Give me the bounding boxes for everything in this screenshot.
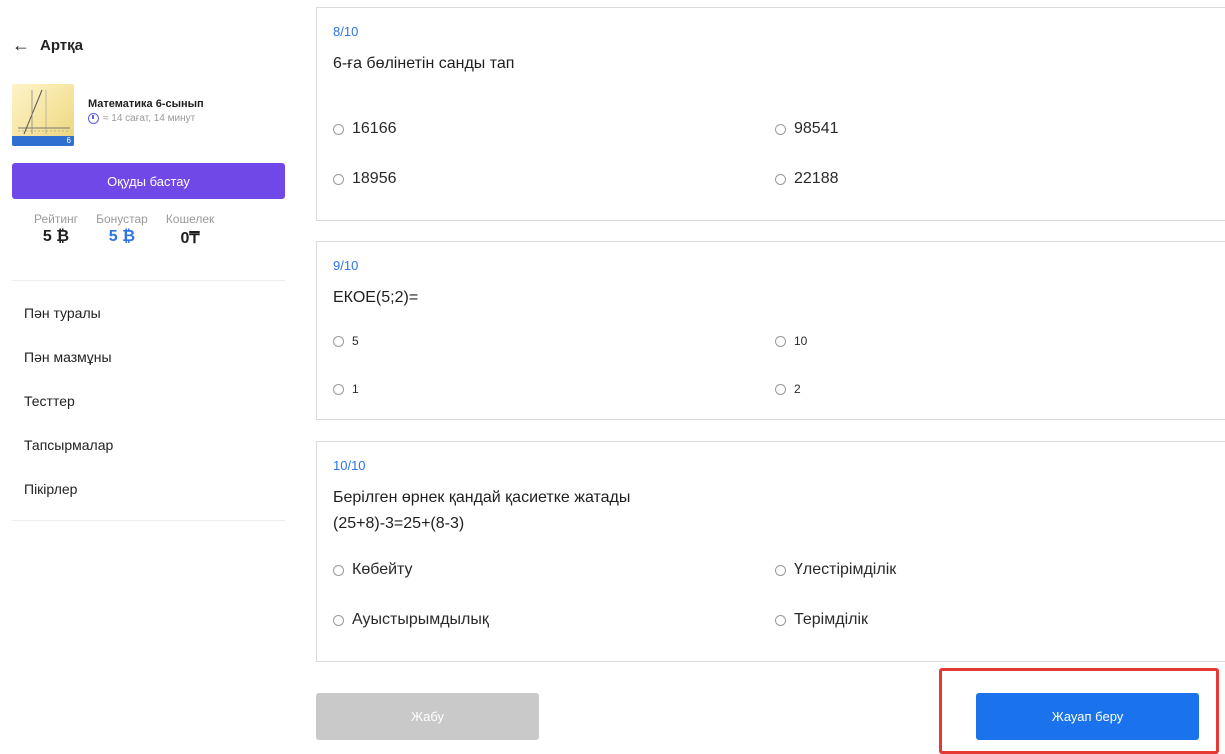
divider: [12, 280, 285, 281]
question-text: Берілген өрнек қандай қасиетке жатады: [333, 489, 631, 506]
answer-option[interactable]: 98541: [775, 120, 839, 138]
option-label: 2: [794, 382, 801, 396]
option-label: 10: [794, 334, 808, 348]
answer-option[interactable]: 5: [333, 334, 359, 348]
start-learning-button[interactable]: Оқуды бастау: [12, 163, 285, 199]
answer-option[interactable]: Терімділік: [775, 611, 868, 629]
sidebar-item-content[interactable]: Пән мазмұны: [24, 340, 113, 384]
radio-icon[interactable]: [775, 123, 786, 135]
question-text: ЕКОЕ(5;2)=: [333, 289, 419, 306]
stat-value: 0₸: [180, 230, 200, 247]
course-duration-text: ≈ 14 сағат, 14 минут: [103, 113, 196, 124]
question-card: 9/10 ЕКОЕ(5;2)= 5 10 1 2: [316, 241, 1225, 420]
stat-value: 5 ₿: [42, 228, 70, 245]
sidebar-item-tasks[interactable]: Тапсырмалар: [24, 428, 113, 472]
radio-icon[interactable]: [775, 614, 786, 626]
sidebar-item-tests[interactable]: Тесттер: [24, 384, 113, 428]
radio-icon[interactable]: [333, 123, 344, 135]
option-label: Үлестірімділік: [794, 561, 897, 578]
back-link[interactable]: ← Артқа: [12, 36, 83, 54]
option-label: 16166: [352, 120, 397, 137]
answer-option[interactable]: 22188: [775, 170, 839, 188]
radio-icon[interactable]: [775, 383, 786, 395]
option-label: 22188: [794, 170, 839, 187]
radio-icon[interactable]: [775, 335, 786, 347]
submit-answer-button[interactable]: Жауап беру: [976, 693, 1199, 740]
stat-label: Бонустар: [96, 212, 148, 226]
question-text: 6-ға бөлінетін санды тап: [333, 55, 515, 72]
sidebar-item-reviews[interactable]: Пікірлер: [24, 472, 113, 516]
radio-icon[interactable]: [333, 335, 344, 347]
answer-option[interactable]: 16166: [333, 120, 397, 138]
stat-value: 5 ₿: [108, 228, 136, 245]
stat-label: Кошелек: [165, 212, 215, 226]
course-thumbnail: 6: [12, 84, 74, 146]
arrow-left-icon: ←: [12, 35, 30, 55]
sidebar-item-about[interactable]: Пән туралы: [24, 296, 113, 340]
answer-option[interactable]: 18956: [333, 170, 397, 188]
question-number: 10/10: [333, 458, 366, 473]
question-card: 10/10 Берілген өрнек қандай қасиетке жат…: [316, 441, 1225, 662]
question-expression: (25+8)-3=25+(8-3): [333, 515, 465, 532]
question-card: 8/10 6-ға бөлінетін санды тап 16166 9854…: [316, 7, 1225, 221]
option-label: 1: [352, 382, 359, 396]
answer-option[interactable]: Үлестірімділік: [775, 561, 896, 579]
radio-icon[interactable]: [775, 564, 786, 576]
radio-icon[interactable]: [333, 614, 344, 626]
option-label: 5: [352, 334, 359, 348]
close-button[interactable]: Жабу: [316, 693, 539, 740]
answer-option[interactable]: 10: [775, 334, 807, 348]
option-label: Көбейту: [352, 561, 413, 578]
stat-wallet: Кошелек 0₸: [166, 212, 215, 248]
option-label: Терімділік: [794, 611, 869, 628]
sidebar-nav: Пән туралы Пән мазмұны Тесттер Тапсырмал…: [24, 296, 113, 516]
radio-icon[interactable]: [333, 173, 344, 185]
radio-icon[interactable]: [333, 564, 344, 576]
option-label: 18956: [352, 170, 397, 187]
thumbnail-badge: [12, 136, 74, 146]
sidebar: ← Артқа 6 Математика 6-сынып ≈ 14 сағат,…: [0, 0, 300, 754]
stat-label: Рейтинг: [34, 212, 79, 226]
answer-option[interactable]: Көбейту: [333, 561, 413, 579]
question-number: 9/10: [333, 258, 359, 273]
divider: [12, 520, 285, 521]
option-label: Ауыстырымдылық: [352, 611, 489, 628]
back-label: Артқа: [40, 36, 83, 54]
course-title: Математика 6-сынып: [88, 98, 204, 110]
course-duration: ≈ 14 сағат, 14 минут: [88, 113, 204, 124]
radio-icon[interactable]: [775, 173, 786, 185]
answer-option[interactable]: 1: [333, 382, 359, 396]
option-label: 98541: [794, 120, 839, 137]
stat-rating: Рейтинг 5 ₿: [34, 212, 78, 248]
clock-icon: [88, 113, 99, 124]
course-card: 6 Математика 6-сынып ≈ 14 сағат, 14 мину…: [12, 84, 204, 146]
thumbnail-badge-number: 6: [66, 136, 71, 145]
answer-option[interactable]: 2: [775, 382, 801, 396]
stats-row: Рейтинг 5 ₿ Бонустар 5 ₿ Кошелек 0₸: [34, 212, 214, 248]
stat-bonuses: Бонустар 5 ₿: [96, 212, 148, 248]
answer-option[interactable]: Ауыстырымдылық: [333, 611, 489, 629]
question-number: 8/10: [333, 24, 359, 39]
radio-icon[interactable]: [333, 383, 344, 395]
